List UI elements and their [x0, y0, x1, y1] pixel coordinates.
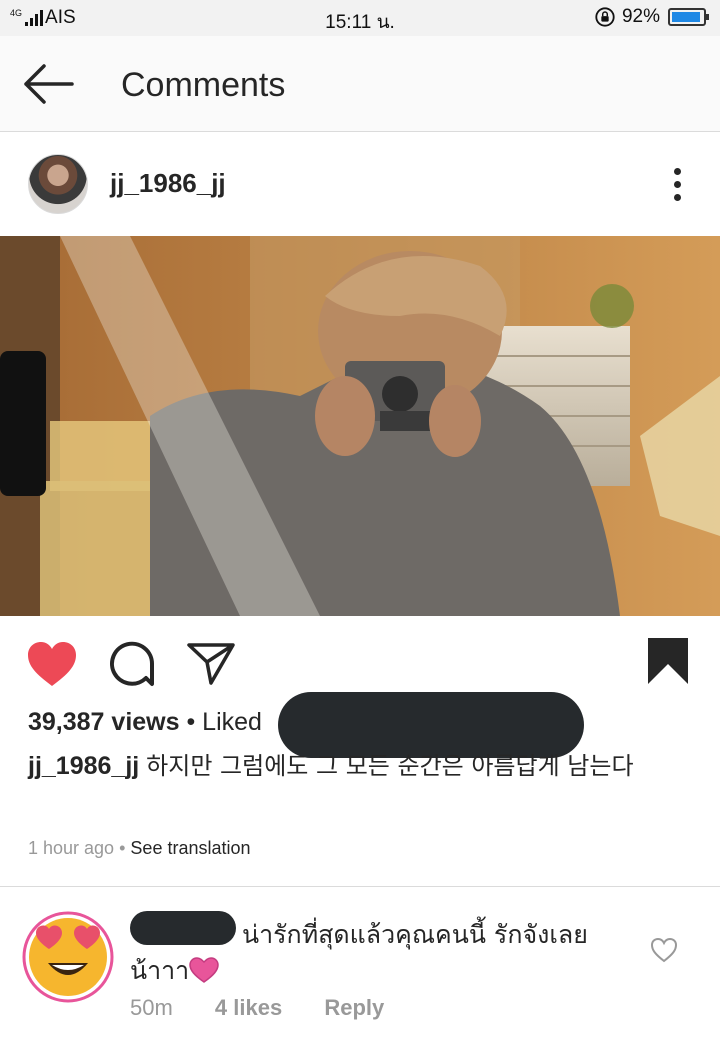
- bookmark-icon[interactable]: [646, 636, 690, 686]
- comment-likes[interactable]: 4 likes: [215, 995, 282, 1020]
- meta-separator: •: [119, 838, 126, 858]
- page-title: Comments: [121, 66, 286, 104]
- comment-icon[interactable]: [108, 640, 156, 688]
- share-icon[interactable]: [186, 640, 236, 686]
- post-media[interactable]: [0, 236, 720, 616]
- comments-header: Comments: [0, 36, 720, 132]
- comment-text-line1: น่ารักที่สุดแล้วคุณคนนี้ รักจังเลย: [242, 920, 588, 949]
- post-caption: jj_1986_jj 하지만 그럼에도 그 모든 순간은 아름답게 남는다: [28, 748, 700, 784]
- comment-text-line2-text: น้าาา: [130, 956, 190, 985]
- rotation-lock-icon: [595, 7, 615, 27]
- views-line: 39,387 views • Liked: [28, 708, 262, 737]
- post-time: 1 hour ago: [28, 838, 115, 858]
- post-meta: 1 hour ago • See translation: [28, 838, 251, 859]
- post-author-avatar[interactable]: [28, 154, 88, 214]
- more-options-icon[interactable]: [672, 168, 682, 202]
- comment-item: น่ารักที่สุดแล้วคุณคนนี้ รักจังเลย น้าาา…: [0, 887, 720, 1047]
- views-count[interactable]: 39,387 views: [28, 708, 180, 736]
- battery-fill: [672, 12, 700, 22]
- like-heart-icon[interactable]: [26, 640, 78, 688]
- caption-username[interactable]: jj_1986_jj: [28, 752, 139, 780]
- back-arrow-icon[interactable]: [22, 62, 74, 106]
- pink-heart-emoji-icon: [189, 957, 219, 983]
- battery-icon: [668, 8, 709, 26]
- post-author-username[interactable]: jj_1986_jj: [110, 168, 226, 199]
- post-photo: [0, 236, 720, 616]
- battery-percent: 92%: [621, 6, 660, 27]
- comment-text: น่ารักที่สุดแล้วคุณคนนี้ รักจังเลย น้าาา: [130, 917, 630, 989]
- post-header: jj_1986_jj: [0, 132, 720, 236]
- comment-footer: 50m 4 likes Reply: [130, 995, 420, 1021]
- liked-by-label: • Liked: [186, 708, 262, 736]
- caption-text: 하지만 그럼에도 그 모든 순간은 아름답게 남는다: [146, 752, 634, 780]
- see-translation-link[interactable]: See translation: [130, 838, 250, 858]
- status-bar: 4G AIS 15:11 น. 92%: [0, 0, 720, 36]
- comment-time: 50m: [130, 995, 173, 1020]
- reply-button[interactable]: Reply: [324, 995, 384, 1020]
- comment-text-line2: น้าาา: [130, 953, 630, 989]
- status-right: 92%: [594, 6, 709, 28]
- comment-like-heart-icon[interactable]: [650, 937, 678, 963]
- heart-eyes-emoji-avatar[interactable]: [22, 911, 114, 1003]
